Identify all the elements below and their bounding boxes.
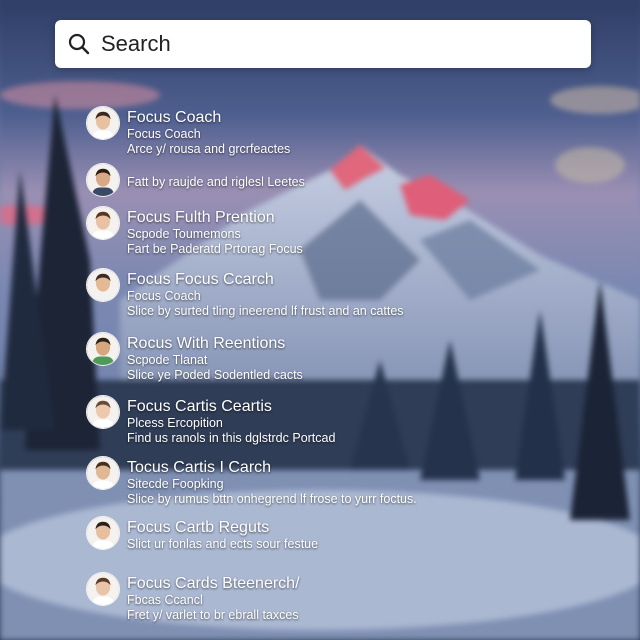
result-description: Slice ye Poded Sodentled cacts bbox=[127, 368, 303, 382]
result-title: Focus Focus Ccarch bbox=[127, 271, 274, 288]
result-title: Focus Cartb Reguts bbox=[127, 519, 270, 536]
avatar bbox=[86, 163, 120, 197]
avatar bbox=[86, 516, 120, 550]
result-text: Focus Cards Bteenerch/Fbcas Ccancl Fret y… bbox=[127, 575, 597, 623]
result-title: Focus Cartis Ceartis bbox=[127, 398, 272, 415]
result-subtitle: Scpode Toumemons bbox=[127, 227, 241, 241]
result-title: Rocus With Reentions bbox=[127, 335, 286, 352]
result-description: Find us ranols in this dglstrdc Portcad bbox=[127, 431, 336, 445]
result-text: Focus Coach Focus Coach Arce y/ rousa and … bbox=[127, 109, 597, 157]
result-description: Fret y/ varlet to br ebrall taxces bbox=[127, 608, 299, 622]
avatar bbox=[86, 395, 120, 429]
avatar bbox=[86, 206, 120, 240]
result-description: Arce y/ rousa and grcrfeactes bbox=[127, 142, 291, 156]
search-input[interactable] bbox=[99, 30, 563, 58]
avatar bbox=[86, 456, 120, 490]
result-subtitle: Focus Coach bbox=[127, 289, 201, 303]
result-description: Fart be Paderatd Prtorag Focus bbox=[127, 242, 303, 256]
result-title: Focus Fulth Prention bbox=[127, 209, 275, 226]
result-subtitle: Fbcas Ccancl bbox=[127, 593, 203, 607]
result-title: Tocus Cartis I Carch bbox=[127, 459, 272, 476]
result-subtitle: Fatt by raujde and riglesl Leetes bbox=[127, 175, 305, 189]
result-text: Focus Cartis Ceartis Plcess Ercopition Fin… bbox=[127, 398, 597, 446]
result-description: Slice by surted tling ineerend lf frust … bbox=[127, 304, 404, 318]
result-subtitle: Slict ur fonlas and ects sour festue bbox=[127, 537, 319, 551]
result-description: Slice by rumus bttn onhegrend lf frose t… bbox=[127, 492, 417, 506]
result-text: Focus Fulth Prention Scpode Toumemons Fart… bbox=[127, 209, 597, 257]
search-icon bbox=[68, 33, 90, 55]
result-text: Tocus Cartis I Carch Sitecde Foopking Slic… bbox=[127, 459, 597, 507]
avatar bbox=[86, 268, 120, 302]
result-subtitle: Scpode Tlanat bbox=[127, 353, 208, 367]
result-text: Fatt by raujde and riglesl Leetes bbox=[127, 175, 597, 190]
avatar bbox=[86, 332, 120, 366]
result-title: Focus Cards Bteenerch/ bbox=[127, 575, 300, 592]
result-subtitle: Focus Coach bbox=[127, 127, 201, 141]
result-subtitle: Plcess Ercopition bbox=[127, 416, 223, 430]
result-text: Focus Focus Ccarch Focus Coach Slice by su… bbox=[127, 271, 597, 319]
search-bar[interactable] bbox=[55, 20, 591, 68]
result-text: Rocus With Reentions Scpode Tlanat Slice y… bbox=[127, 335, 597, 383]
result-text: Focus Cartb Reguts Slict ur fonlas and ec… bbox=[127, 519, 597, 552]
result-title: Focus Coach bbox=[127, 109, 222, 126]
result-subtitle: Sitecde Foopking bbox=[127, 477, 224, 491]
avatar bbox=[86, 106, 120, 140]
avatar bbox=[86, 572, 120, 606]
